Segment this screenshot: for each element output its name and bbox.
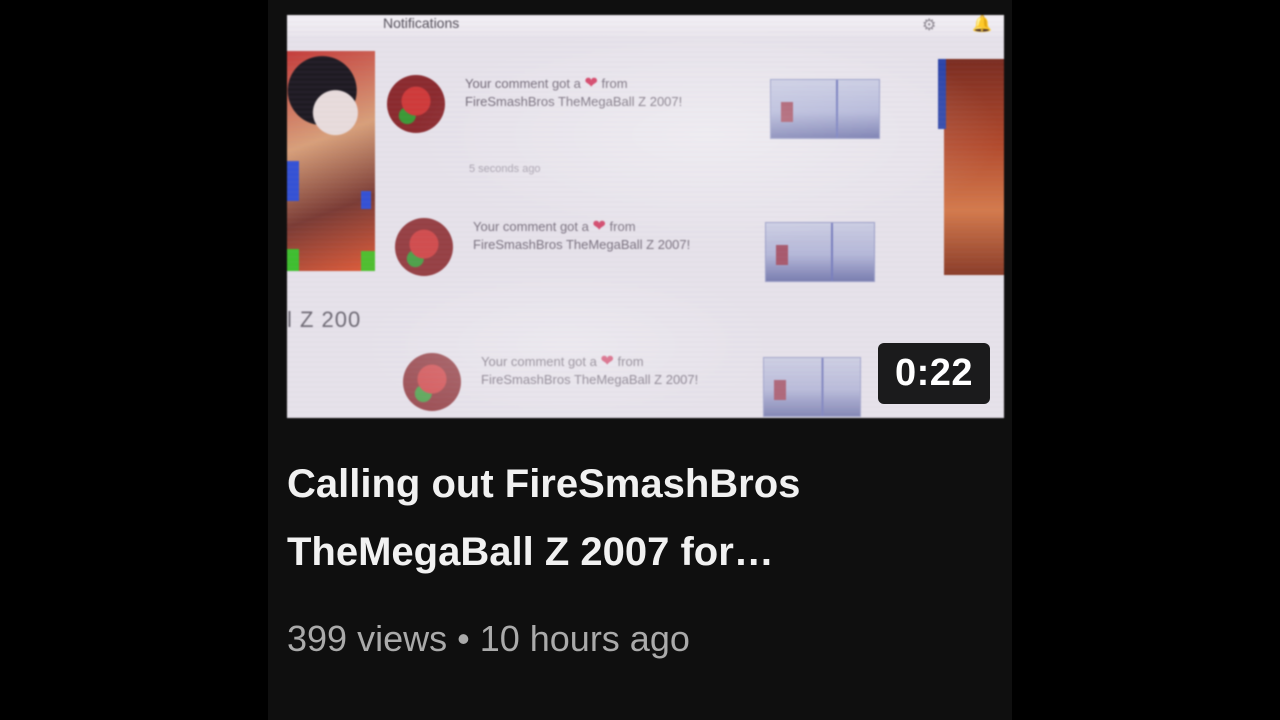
notification-item: Your comment got a ❤ from FireSmashBros … bbox=[403, 353, 923, 418]
video-title[interactable]: Calling out FireSmashBros TheMegaBall Z … bbox=[287, 450, 987, 586]
stage: Notifications ⚙ 🔔 l Z 200 Your comment g… bbox=[0, 0, 1280, 720]
video-duration-badge: 0:22 bbox=[878, 343, 990, 404]
notification-item: Your comment got a ❤ from FireSmashBros … bbox=[387, 75, 907, 185]
avatar bbox=[403, 353, 461, 411]
avatar bbox=[387, 75, 445, 133]
notification-text: Your comment got a ❤ from FireSmashBros … bbox=[473, 218, 691, 252]
notification-text: Your comment got a ❤ from FireSmashBros … bbox=[481, 353, 699, 387]
notification-video-thumbnail bbox=[763, 357, 861, 417]
notification-video-thumbnail bbox=[765, 222, 875, 282]
notification-text: Your comment got a ❤ from FireSmashBros … bbox=[465, 75, 683, 109]
video-title-line1: Calling out FireSmashBros bbox=[287, 462, 801, 506]
view-count: 399 views bbox=[287, 618, 448, 659]
notification-time: 5 seconds ago bbox=[469, 163, 541, 175]
video-metadata: 399 views • 10 hours ago bbox=[287, 616, 690, 662]
notifications-header-title: Notifications bbox=[383, 15, 460, 31]
bell-icon: 🔔 bbox=[972, 16, 992, 33]
upload-age: 10 hours ago bbox=[479, 618, 690, 659]
right-thumbnail-art bbox=[938, 59, 1004, 275]
heart-icon: ❤ bbox=[584, 75, 598, 92]
gear-icon: ⚙ bbox=[922, 17, 937, 34]
phone-notifications-header: Notifications ⚙ 🔔 bbox=[287, 15, 1004, 37]
heart-icon: ❤ bbox=[592, 218, 606, 235]
left-partial-text: l Z 200 bbox=[287, 307, 362, 332]
notification-item: Your comment got a ❤ from FireSmashBros … bbox=[395, 218, 915, 328]
avatar bbox=[395, 218, 453, 276]
meta-separator: • bbox=[457, 618, 470, 659]
video-title-line2: TheMegaBall Z 2007 for… bbox=[287, 530, 774, 574]
notification-video-thumbnail bbox=[770, 79, 880, 139]
heart-icon: ❤ bbox=[600, 353, 614, 370]
left-thumbnail-art bbox=[287, 51, 375, 271]
